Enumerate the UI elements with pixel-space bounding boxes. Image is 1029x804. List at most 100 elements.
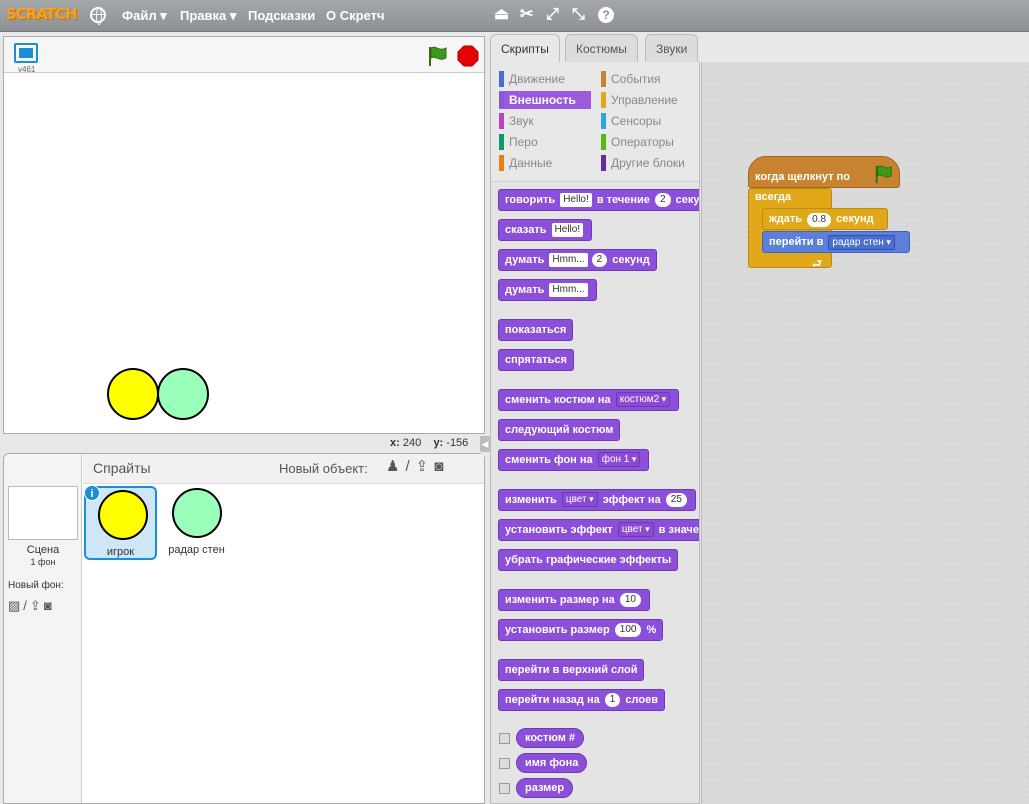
script-area[interactable]: когда щелкнут по всегда ждать 0.8 секунд… [701,62,1029,804]
duplicate-icon[interactable]: ⏏ [494,6,509,24]
menu-edit[interactable]: Правка ▾ [180,8,236,24]
category-control[interactable]: Управление [601,91,696,109]
stop-icon[interactable] [457,45,479,67]
block-input[interactable]: 100 [614,623,642,637]
sprites-title: Спрайты [93,460,151,476]
block-input[interactable]: 0.8 [807,213,832,227]
block-set-effect[interactable]: установить эффект цвет в значение [498,519,699,541]
category-data[interactable]: Данные [499,154,589,172]
menu-tips[interactable]: Подсказки [248,8,315,23]
x-label: x: [390,437,400,449]
block-go-back-layers[interactable]: перейти назад на 1 слоев [498,689,665,711]
collapse-stage-icon[interactable]: ◀ [480,436,490,452]
sprite-library-icon[interactable]: ♟ [386,458,405,475]
reporter-checkbox[interactable] [499,783,510,794]
block-next-costume[interactable]: следующий костюм [498,419,621,441]
when-flag-clicked-block[interactable]: когда щелкнут по [748,156,900,188]
block-input[interactable]: 25 [665,493,687,507]
block-think[interactable]: думать Hmm... [498,279,597,301]
backdrop-upload-icon[interactable]: ⇪ [30,598,44,613]
block-input[interactable]: 10 [619,593,641,607]
sprite-paint-icon[interactable]: / [405,458,415,475]
scene-backdrop-count: 1 фон [30,557,56,567]
block-dropdown[interactable]: фон 1 [597,452,641,467]
menu-file[interactable]: Файл ▾ [122,8,167,24]
version-label: v461 [18,65,36,74]
block-hide[interactable]: спрятаться [498,349,574,371]
tab-scripts[interactable]: Скрипты [490,34,560,64]
category-motion[interactable]: Движение [499,70,589,88]
block-input[interactable]: Hello! [551,223,584,237]
stage[interactable]: v461 [3,36,485,434]
go-to-block[interactable]: перейти в радар стен [762,231,910,253]
sprite-upload-icon[interactable]: ⇪ [416,458,435,475]
stage-sprite-wall-radar[interactable] [157,368,209,420]
block-switch-backdrop[interactable]: сменить фон на фон 1 [498,449,650,471]
scene-thumbnail[interactable] [8,486,78,540]
category-sensing[interactable]: Сенсоры [601,112,696,130]
backdrop-library-icon[interactable]: ▨ [8,598,23,613]
forever-label: всегда [755,191,791,203]
block-say-for-secs[interactable]: говорить Hello! в течение 2 секунд [498,189,699,211]
category-looks[interactable]: Внешность [499,91,591,109]
block-input[interactable]: 1 [604,693,621,707]
sprite-camera-icon[interactable]: ◙ [434,458,449,475]
category-events[interactable]: События [601,70,696,88]
block-input[interactable]: Hello! [560,193,592,207]
scene-label: Сцена [26,544,60,556]
scratch-logo[interactable]: SCRATCH [6,5,78,23]
stage-header: v461 [4,37,484,74]
menu-about[interactable]: О Скретч [326,8,385,23]
backdrop-paint-icon[interactable]: / [23,598,30,613]
sprite-thumb-wall-radar[interactable]: радар стен [160,486,233,560]
reporter-size[interactable]: размер [516,778,574,798]
block-say[interactable]: сказать Hello! [498,219,593,241]
wait-block[interactable]: ждать 0.8 секунд [762,208,888,230]
block-change-size[interactable]: изменить размер на 10 [498,589,650,611]
new-backdrop-label: Новый фон: [8,580,64,591]
tab-sounds[interactable]: Звуки [645,34,699,62]
help-icon[interactable]: ? [598,7,614,23]
block-dropdown[interactable]: радар стен [828,235,895,250]
block-input[interactable]: 2 [591,253,608,267]
category-label: Операторы [611,135,674,149]
block-show[interactable]: показаться [498,319,574,341]
category-sound[interactable]: Звук [499,112,589,130]
block-set-size[interactable]: установить размер 100 % [498,619,664,641]
stage-sprite-player[interactable] [107,368,159,420]
block-go-to-front[interactable]: перейти в верхний слой [498,659,645,681]
category-label: Звук [509,114,534,128]
block-dropdown[interactable]: цвет [561,492,598,507]
category-label: Внешность [509,93,576,107]
reporter-costume-number[interactable]: костюм # [516,728,584,748]
sprite-thumb-player[interactable]: i игрок [84,485,157,560]
reporter-checkbox[interactable] [499,733,510,744]
reporter-checkbox[interactable] [499,758,510,769]
block-input[interactable]: Hmm... [549,283,588,297]
hat-block-label: когда щелкнут по [755,171,850,183]
category-operators[interactable]: Операторы [601,133,696,151]
block-think-for-secs[interactable]: думать Hmm... 2 секунд [498,249,657,271]
sprite-panel-header: Спрайты Новый объект: ♟/⇪◙ [83,454,484,484]
fullscreen-icon[interactable] [14,43,38,63]
block-switch-costume[interactable]: сменить костюм на костюм2 [498,389,680,411]
block-input[interactable]: 2 [654,193,671,207]
block-change-effect[interactable]: изменить цвет эффект на 25 [498,489,696,511]
block-dropdown[interactable]: костюм2 [615,392,671,407]
reporter-backdrop-name[interactable]: имя фона [516,753,588,773]
delete-icon[interactable]: ✂ [520,6,533,24]
grow-icon[interactable]: ⤢ [546,6,559,24]
category-more-blocks[interactable]: Другие блоки [601,154,696,172]
tab-costumes[interactable]: Костюмы [565,34,638,62]
backdrop-camera-icon[interactable]: ◙ [44,598,55,613]
green-flag-icon[interactable] [426,45,448,67]
shrink-icon[interactable]: ⤡ [572,6,585,24]
language-globe-icon[interactable] [90,7,106,25]
block-dropdown[interactable]: цвет [617,522,654,537]
new-object-label: Новый объект: [279,461,368,476]
block-input[interactable]: Hmm... [549,253,588,267]
sprite-thumb-label: игрок [106,546,135,558]
category-pen[interactable]: Перо [499,133,589,151]
info-icon[interactable]: i [84,485,100,501]
block-clear-effects[interactable]: убрать графические эффекты [498,549,679,571]
